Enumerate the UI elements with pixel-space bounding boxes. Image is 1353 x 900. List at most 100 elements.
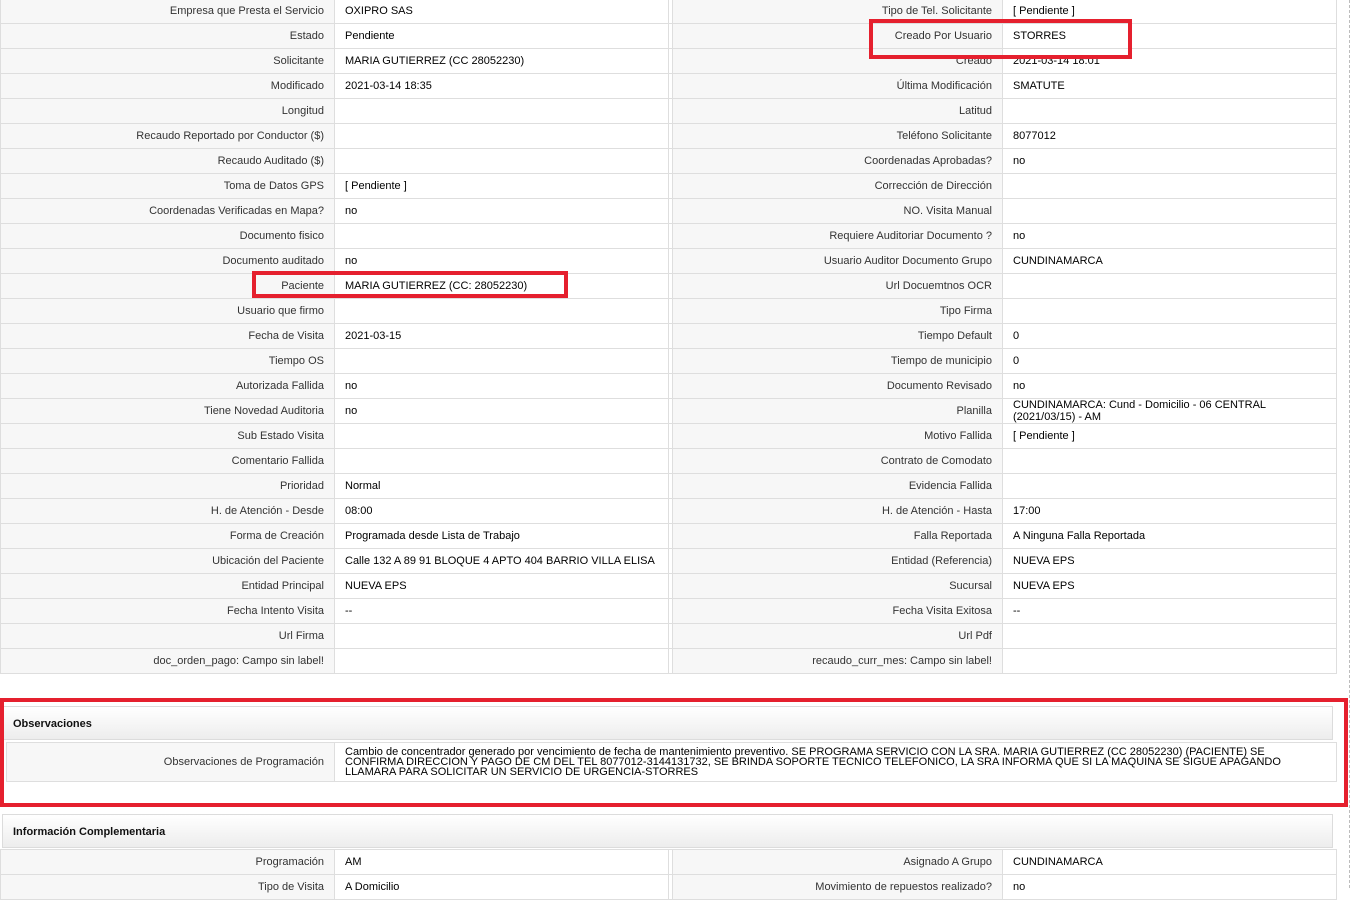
field-label: Empresa que Presta el Servicio — [0, 0, 335, 24]
field-value: 0 — [1002, 348, 1337, 374]
field-label: Tiempo OS — [0, 348, 335, 374]
field-value: Programada desde Lista de Trabajo — [334, 523, 669, 549]
observaciones-title: Observaciones — [13, 718, 92, 730]
table-row: Observaciones de Programación Cambio de … — [6, 742, 1337, 782]
table-row: Tiempo OS Tiempo de municipio 0 — [0, 348, 1337, 374]
field-value: 2021-03-15 — [334, 323, 669, 349]
table-row: Sub Estado Visita Motivo Fallida[ Pendien… — [0, 423, 1337, 449]
field-label: Sub Estado Visita — [0, 423, 335, 449]
field-label: Solicitante — [0, 48, 335, 74]
field-label: Tipo Firma — [672, 298, 1003, 324]
field-label: Tipo de Tel. Solicitante — [672, 0, 1003, 24]
table-row: Coordenadas Verificadas en Mapa? no NO. V… — [0, 198, 1337, 224]
field-value — [1002, 623, 1337, 649]
table-row: Fecha de Visita 2021-03-15 Tiempo Default… — [0, 323, 1337, 349]
field-label: Usuario Auditor Documento Grupo — [672, 248, 1003, 274]
table-row: doc_orden_pago: Campo sin label! recaudo_… — [0, 648, 1337, 674]
table-row: Tipo de Visita A Domicilio Movimiento de r… — [0, 874, 1337, 900]
field-label: Modificado — [0, 73, 335, 99]
field-label: Falla Reportada — [672, 523, 1003, 549]
field-label: Url Pdf — [672, 623, 1003, 649]
table-row: Prioridad Normal Evidencia Fallida — [0, 473, 1337, 499]
field-value — [334, 423, 669, 449]
table-row: Toma de Datos GPS[ Pendiente ] Corrección… — [0, 173, 1337, 199]
field-label: Documento Revisado — [672, 373, 1003, 399]
field-label: Comentario Fallida — [0, 448, 335, 474]
field-value: AM — [334, 849, 669, 875]
field-value — [334, 648, 669, 674]
field-value — [334, 298, 669, 324]
field-value: STORRES — [1002, 23, 1337, 49]
field-label: Fecha de Visita — [0, 323, 335, 349]
table-row: Tiene Novedad Auditoria no Planilla CUNDIN… — [0, 398, 1337, 424]
field-label: Tipo de Visita — [0, 874, 335, 900]
table-row: H. de Atención - Desde 08:00 H. de Atenció… — [0, 498, 1337, 524]
table-row: Autorizada Fallida no Documento Revisado … — [0, 373, 1337, 399]
field-label: Tiene Novedad Auditoria — [0, 398, 335, 424]
field-value: no — [334, 373, 669, 399]
table-row: Recaudo Auditado ($) Coordenadas Aprobada… — [0, 148, 1337, 174]
field-value: A Domicilio — [334, 874, 669, 900]
field-label: Entidad (Referencia) — [672, 548, 1003, 574]
field-label: H. de Atención - Hasta — [672, 498, 1003, 524]
field-label: Coordenadas Aprobadas? — [672, 148, 1003, 174]
field-label: Observaciones de Programación — [6, 742, 335, 782]
detail-table: Empresa que Presta el Servicio OXIPRO SAS… — [0, 0, 1337, 674]
field-value: no — [334, 398, 669, 424]
table-row: Comentario Fallida Contrato de Comodato — [0, 448, 1337, 474]
field-value: MARIA GUTIERREZ (CC: 28052230) — [334, 273, 669, 299]
field-label: Motivo Fallida — [672, 423, 1003, 449]
field-label: Creado Por Usuario — [672, 23, 1003, 49]
field-label: Fecha Intento Visita — [0, 598, 335, 624]
field-label: Prioridad — [0, 473, 335, 499]
field-value: Calle 132 A 89 91 BLOQUE 4 APTO 404 BARR… — [334, 548, 669, 574]
field-label: Planilla — [672, 398, 1003, 424]
field-value — [334, 448, 669, 474]
field-label: Asignado A Grupo — [672, 849, 1003, 875]
field-label: doc_orden_pago: Campo sin label! — [0, 648, 335, 674]
field-value: CUNDINAMARCA — [1002, 248, 1337, 274]
field-value: 0 — [1002, 323, 1337, 349]
field-label: Corrección de Dirección — [672, 173, 1003, 199]
field-value: CUNDINAMARCA — [1002, 849, 1337, 875]
field-value: no — [334, 248, 669, 274]
field-value: MARIA GUTIERREZ (CC 28052230) — [334, 48, 669, 74]
field-label: Latitud — [672, 98, 1003, 124]
field-value: SMATUTE — [1002, 73, 1337, 99]
table-row: Empresa que Presta el Servicio OXIPRO SAS… — [0, 0, 1337, 24]
field-label: Toma de Datos GPS — [0, 173, 335, 199]
field-label: Ubicación del Paciente — [0, 548, 335, 574]
field-value — [1002, 648, 1337, 674]
field-label: Creado — [672, 48, 1003, 74]
field-label: Url Docuemtnos OCR — [672, 273, 1003, 299]
field-value: no — [1002, 373, 1337, 399]
field-label: Programación — [0, 849, 335, 875]
field-label: Sucursal — [672, 573, 1003, 599]
field-value — [1002, 198, 1337, 224]
table-row: Documento auditado no Usuario Auditor Docu… — [0, 248, 1337, 274]
field-value: no — [334, 198, 669, 224]
table-row: Documento fisico Requiere Auditoriar Docu… — [0, 223, 1337, 249]
complementaria-section-header: Información Complementaria — [2, 814, 1333, 848]
field-label: Documento auditado — [0, 248, 335, 274]
table-row: Solicitante MARIA GUTIERREZ (CC 28052230)… — [0, 48, 1337, 74]
field-value — [1002, 473, 1337, 499]
field-label: Usuario que firmo — [0, 298, 335, 324]
table-row: Url Firma Url Pdf — [0, 623, 1337, 649]
field-label: Documento fisico — [0, 223, 335, 249]
field-value: [ Pendiente ] — [334, 173, 669, 199]
field-label: Tiempo de municipio — [672, 348, 1003, 374]
field-label: recaudo_curr_mes: Campo sin label! — [672, 648, 1003, 674]
field-value: Pendiente — [334, 23, 669, 49]
field-label: Teléfono Solicitante — [672, 123, 1003, 149]
field-label: Estado — [0, 23, 335, 49]
field-label: Recaudo Auditado ($) — [0, 148, 335, 174]
field-value — [334, 123, 669, 149]
field-label: Longitud — [0, 98, 335, 124]
field-label: Movimiento de repuestos realizado? — [672, 874, 1003, 900]
table-row: Paciente MARIA GUTIERREZ (CC: 28052230) Ur… — [0, 273, 1337, 299]
observaciones-section-header: Observaciones — [2, 706, 1333, 740]
observaciones-text: Cambio de concentrador generado por venc… — [334, 742, 1337, 782]
field-label: NO. Visita Manual — [672, 198, 1003, 224]
field-label: Tiempo Default — [672, 323, 1003, 349]
